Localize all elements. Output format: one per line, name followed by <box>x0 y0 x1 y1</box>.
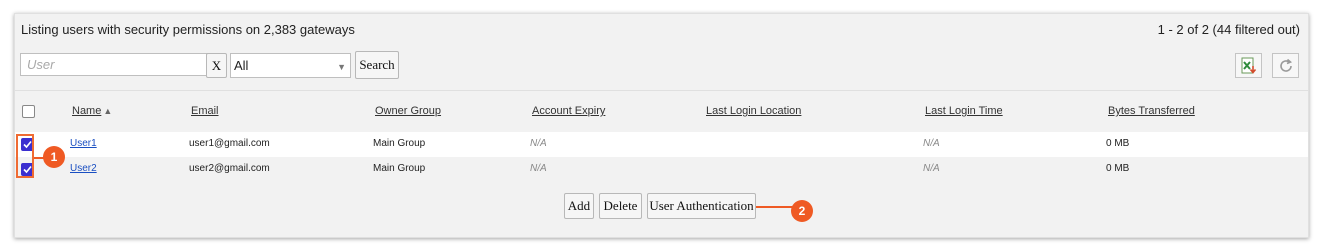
bytes-transferred: 0 MB <box>1106 163 1130 174</box>
column-header-last-login-time[interactable]: Last Login Time <box>925 105 1003 117</box>
account-expiry: N/A <box>530 138 547 149</box>
checkbox-highlight-frame <box>16 134 34 178</box>
export-excel-button[interactable] <box>1235 53 1262 78</box>
column-header-email[interactable]: Email <box>191 105 219 117</box>
column-header-last-login-location[interactable]: Last Login Location <box>706 105 801 117</box>
filter-select[interactable]: All ▼ <box>230 53 351 78</box>
listing-summary: Listing users with security permissions … <box>21 22 355 37</box>
owner-group: Main Group <box>373 138 426 149</box>
last-login-time: N/A <box>923 138 940 149</box>
user-email: user1@gmail.com <box>189 138 270 149</box>
pagination-range: 1 - 2 of 2 (44 filtered out) <box>1157 22 1300 37</box>
sort-ascending-icon: ▲ <box>103 106 113 116</box>
user-name-link[interactable]: User1 <box>70 138 97 149</box>
owner-group: Main Group <box>373 163 426 174</box>
users-panel: Listing users with security permissions … <box>14 13 1309 238</box>
search-button[interactable]: Search <box>355 51 399 79</box>
account-expiry: N/A <box>530 163 547 174</box>
column-header-owner-group[interactable]: Owner Group <box>375 105 441 117</box>
refresh-button[interactable] <box>1272 53 1299 78</box>
user-name-link[interactable]: User2 <box>70 163 97 174</box>
user-search-input[interactable] <box>20 53 212 76</box>
select-all-checkbox[interactable] <box>22 105 35 118</box>
bytes-transferred: 0 MB <box>1106 138 1130 149</box>
column-header-account-expiry[interactable]: Account Expiry <box>532 105 605 117</box>
column-header-name[interactable]: Name ▲ <box>72 105 112 117</box>
refresh-icon <box>1279 58 1292 72</box>
callout-marker-2: 2 <box>791 200 813 222</box>
callout-line-2 <box>756 206 796 208</box>
user-email: user2@gmail.com <box>189 163 270 174</box>
table-row: User2 user2@gmail.com Main Group N/A N/A… <box>15 157 1308 182</box>
user-authentication-button[interactable]: User Authentication <box>647 193 756 219</box>
table-header: Name ▲ Email Owner Group Account Expiry L… <box>15 90 1308 133</box>
callout-marker-1: 1 <box>43 146 65 168</box>
last-login-time: N/A <box>923 163 940 174</box>
table-row: User1 user1@gmail.com Main Group N/A N/A… <box>15 132 1308 157</box>
add-button[interactable]: Add <box>564 193 594 219</box>
clear-search-button[interactable]: X <box>206 53 227 78</box>
chevron-down-icon: ▼ <box>337 62 346 72</box>
column-header-bytes-transferred[interactable]: Bytes Transferred <box>1108 105 1195 117</box>
excel-export-icon <box>1241 57 1256 74</box>
filter-select-value: All <box>234 58 249 73</box>
delete-button[interactable]: Delete <box>599 193 642 219</box>
